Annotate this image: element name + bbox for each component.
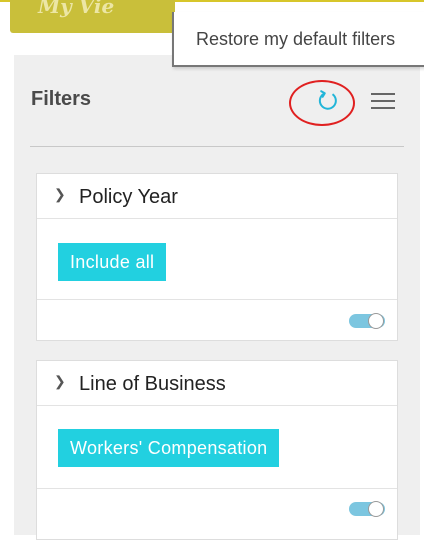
filter-card-footer [37, 488, 397, 529]
restore-filters-tooltip: Restore my default filters [172, 12, 424, 67]
filter-card-header[interactable]: ❯ Line of Business [37, 361, 397, 406]
app-title: My Vie [38, 0, 115, 18]
toggle-knob [368, 313, 384, 329]
restore-icon [318, 90, 337, 110]
filter-card-line-of-business: ❯ Line of Business Workers' Compensation [36, 360, 398, 540]
filter-card-header[interactable]: ❯ Policy Year [37, 174, 397, 219]
filter-card-policy-year: ❯ Policy Year Include all [36, 173, 398, 341]
filter-toggle-switch[interactable] [349, 313, 385, 329]
filters-menu-button[interactable] [371, 91, 395, 111]
chevron-right-icon: ❯ [54, 373, 66, 389]
filter-card-title: Policy Year [79, 186, 178, 208]
restore-default-filters-button[interactable] [313, 86, 343, 116]
filters-panel-title: Filters [31, 88, 92, 110]
app-title-tab: My Vie [10, 0, 175, 33]
filter-card-title: Line of Business [79, 373, 226, 395]
toggle-knob [368, 501, 384, 517]
tooltip-text: Restore my default filters [196, 29, 396, 49]
panel-divider [30, 146, 404, 147]
filter-toggle-switch[interactable] [349, 501, 385, 517]
filter-value-chip[interactable]: Workers' Compensation [58, 429, 280, 467]
hamburger-menu-icon-line [371, 107, 395, 109]
hamburger-menu-icon-line [371, 93, 395, 95]
filter-value-chip[interactable]: Include all [58, 243, 167, 281]
chevron-right-icon: ❯ [54, 186, 66, 202]
filter-card-footer [37, 299, 397, 340]
hamburger-menu-icon-line [371, 100, 395, 102]
